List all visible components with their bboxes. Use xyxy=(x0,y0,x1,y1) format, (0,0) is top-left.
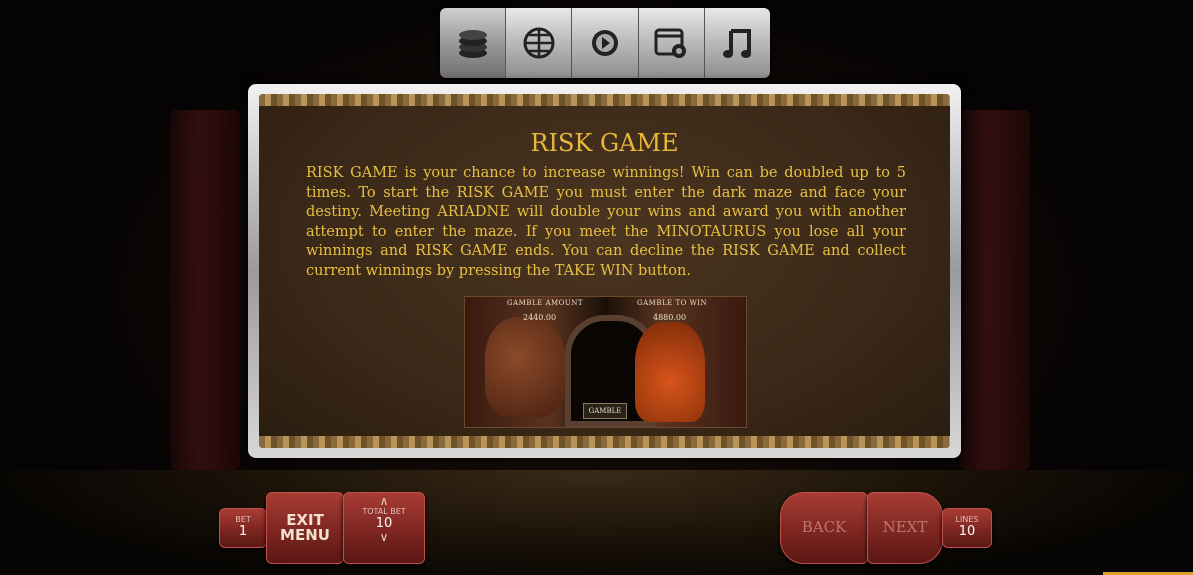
lines-display: LINES 10 xyxy=(942,508,992,548)
lines-label: LINES xyxy=(955,515,979,524)
exit-menu-line2: MENU xyxy=(280,526,330,544)
lines-value: 10 xyxy=(958,524,976,539)
globe-dollar-icon xyxy=(523,27,555,59)
total-bet-label: TOTAL BET xyxy=(362,507,406,516)
left-pillar xyxy=(170,110,240,470)
coins-icon xyxy=(458,30,487,58)
ornament-bottom xyxy=(259,436,950,448)
next-label: NEXT xyxy=(882,518,928,536)
play-gear-icon xyxy=(592,30,618,56)
help-panel: RISK GAME RISK GAME is your chance to in… xyxy=(259,94,950,448)
game-background: RISK GAME RISK GAME is your chance to in… xyxy=(0,0,1193,575)
exit-menu-button[interactable]: EXIT MENU xyxy=(266,492,344,564)
tab-sound[interactable] xyxy=(704,8,770,78)
help-panel-frame: RISK GAME RISK GAME is your chance to in… xyxy=(248,84,961,458)
tab-settings[interactable] xyxy=(638,8,705,78)
tab-payouts[interactable] xyxy=(440,8,507,78)
tab-rules[interactable] xyxy=(506,8,573,78)
chevron-up-icon[interactable]: ∧ xyxy=(344,495,424,507)
chevron-down-icon[interactable]: ∨ xyxy=(344,531,424,543)
back-button[interactable]: BACK xyxy=(780,492,868,564)
page-title: RISK GAME xyxy=(530,129,679,157)
bet-label: BET xyxy=(235,515,251,524)
rules-text: RISK GAME is your chance to increase win… xyxy=(306,165,906,279)
tab-autoplay[interactable] xyxy=(572,8,639,78)
total-bet-control: ∧ TOTAL BET 10 ∨ xyxy=(343,492,425,564)
bet-display: BET 1 xyxy=(219,508,267,548)
gamble-button-preview: GAMBLE xyxy=(583,403,627,419)
risk-game-preview: GAMBLE AMOUNT 2440.00 GAMBLE TO WIN 4880… xyxy=(464,296,747,428)
gamble-amount-value: 2440.00 xyxy=(523,313,557,322)
help-tabs xyxy=(440,8,770,78)
right-pillar xyxy=(960,110,1030,470)
ornament-top xyxy=(259,94,950,106)
floor xyxy=(0,470,1193,575)
gamble-amount-label: GAMBLE AMOUNT xyxy=(507,299,584,307)
back-label: BACK xyxy=(801,518,847,536)
total-bet-value: 10 xyxy=(375,516,393,531)
hero-figure xyxy=(635,322,705,422)
bet-value: 1 xyxy=(238,524,248,539)
next-button[interactable]: NEXT xyxy=(867,492,943,564)
window-settings-icon xyxy=(654,28,687,58)
gamble-to-win-value: 4880.00 xyxy=(653,313,687,322)
music-note-icon xyxy=(723,29,752,58)
gamble-to-win-label: GAMBLE TO WIN xyxy=(637,299,708,307)
minotaur-figure xyxy=(485,317,565,417)
